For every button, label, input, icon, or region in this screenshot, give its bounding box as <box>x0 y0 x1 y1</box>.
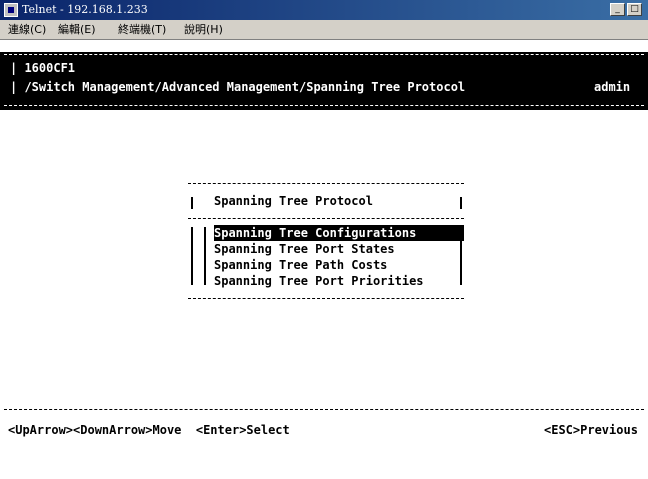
option-spanning-tree-configurations[interactable]: Spanning Tree Configurations <box>214 225 464 241</box>
escape-hint: <ESC>Previous <box>544 423 638 437</box>
option-spanning-tree-path-costs[interactable]: Spanning Tree Path Costs <box>214 257 464 273</box>
menu-path: | /Switch Management/Advanced Management… <box>10 80 466 94</box>
menu-box-right-border <box>460 227 462 285</box>
terminal-screen[interactable]: | 1600CF1 | /Switch Management/Advanced … <box>0 41 648 453</box>
menu-box-title: Spanning Tree Protocol <box>214 194 373 208</box>
option-spanning-tree-port-states[interactable]: Spanning Tree Port States <box>214 241 464 257</box>
menu-box-bottom-border <box>188 298 464 301</box>
header-top-rule <box>4 54 644 59</box>
header-bottom-rule <box>4 105 644 110</box>
menu-box-top-border <box>188 183 464 186</box>
menu-help[interactable]: 說明(H) <box>184 23 223 37</box>
menu-bar: 連線(C) 編輯(E) 終端機(T) 說明(H) <box>0 20 648 40</box>
menu-box-title-right-border <box>460 197 462 209</box>
spanning-tree-menu-box: Spanning Tree Protocol Spanning Tree Con… <box>188 176 466 310</box>
maximize-button[interactable]: □ <box>627 3 642 16</box>
menu-path-text: /Switch Management/Advanced Management/S… <box>24 80 466 94</box>
logged-in-user: admin <box>594 80 631 94</box>
window-title-bar[interactable]: Telnet - 192.168.1.233 _ □ <box>0 0 648 20</box>
minimize-button[interactable]: _ <box>610 3 625 16</box>
navigation-hint: <UpArrow><DownArrow>Move <Enter>Select <box>8 423 290 437</box>
telnet-app-icon[interactable] <box>4 3 18 17</box>
menu-terminal[interactable]: 終端機(T) <box>118 23 166 37</box>
window-title: Telnet - 192.168.1.233 <box>22 3 148 16</box>
menu-options-inner-border <box>204 227 206 285</box>
option-spanning-tree-port-priorities[interactable]: Spanning Tree Port Priorities <box>214 273 464 289</box>
device-name: | 1600CF1 <box>10 61 76 75</box>
menu-box-title-left-border <box>191 197 193 209</box>
device-name-text: 1600CF1 <box>24 61 76 75</box>
menu-box-left-border <box>191 227 193 285</box>
key-hints-bar: <UpArrow><DownArrow>Move <Enter>Select <… <box>8 423 648 479</box>
menu-connect[interactable]: 連線(C) <box>8 23 46 37</box>
menu-edit[interactable]: 編輯(E) <box>58 23 96 37</box>
terminal-header: | 1600CF1 | /Switch Management/Advanced … <box>0 52 648 110</box>
footer-rule <box>4 409 644 412</box>
menu-box-title-separator <box>188 218 464 221</box>
